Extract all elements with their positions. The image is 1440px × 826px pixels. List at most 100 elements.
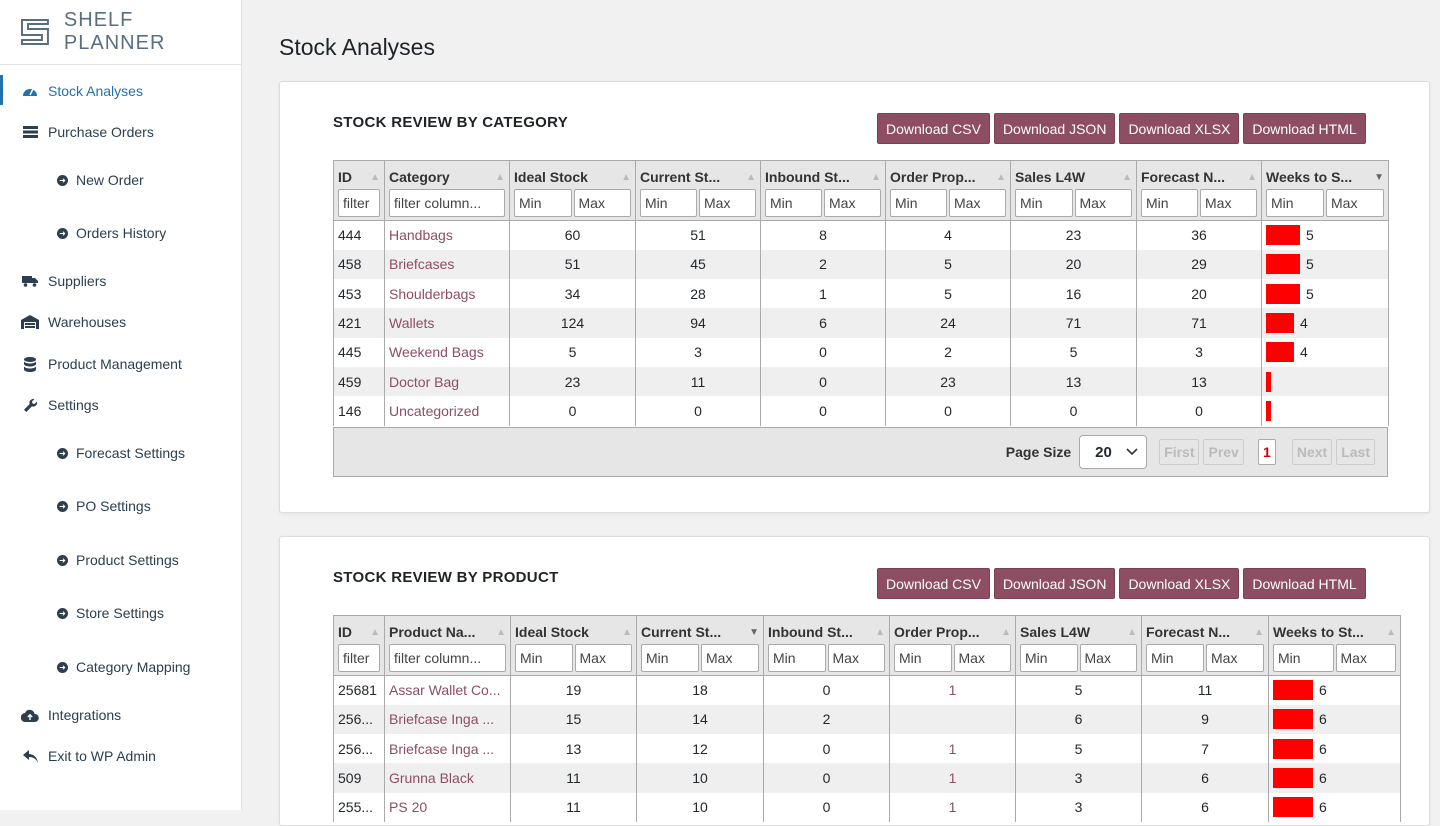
min-filter-input[interactable] xyxy=(1146,644,1204,672)
sidebar-item-suppliers[interactable]: Suppliers xyxy=(0,272,240,290)
cell-name[interactable]: Doctor Bag xyxy=(384,366,510,397)
column-header-weeks-to-st[interactable]: Weeks to St... ▲ xyxy=(1268,615,1401,676)
next-page-button[interactable]: Next xyxy=(1291,439,1333,465)
min-filter-input[interactable] xyxy=(1020,644,1078,672)
sort-asc-icon[interactable]: ▲ xyxy=(746,172,756,183)
logo[interactable]: SHELF PLANNER xyxy=(0,0,241,65)
id-filter-input[interactable] xyxy=(338,189,380,217)
column-header-product-na[interactable]: Product Na... ▲ xyxy=(384,615,511,676)
download-xlsx-button[interactable]: Download XLSX xyxy=(1119,568,1240,599)
sidebar-item-category-mapping[interactable]: ➜ Category Mapping xyxy=(0,658,240,676)
download-html-button[interactable]: Download HTML xyxy=(1243,113,1366,144)
column-filter-input[interactable] xyxy=(389,189,505,217)
column-header-sales-l4w[interactable]: Sales L4W ▲ xyxy=(1010,160,1137,221)
min-filter-input[interactable] xyxy=(894,644,952,672)
order-link[interactable]: 1 xyxy=(949,799,957,815)
column-header-forecast-n[interactable]: Forecast N... ▲ xyxy=(1141,615,1269,676)
min-filter-input[interactable] xyxy=(890,189,947,217)
sort-asc-icon[interactable]: ▲ xyxy=(1247,172,1257,183)
cell-name[interactable]: Briefcase Inga ... xyxy=(384,704,511,735)
min-filter-input[interactable] xyxy=(640,189,697,217)
column-header-current-st[interactable]: Current St... ▲ xyxy=(635,160,761,221)
cell-name[interactable]: Shoulderbags xyxy=(384,279,510,309)
max-filter-input[interactable] xyxy=(1200,189,1257,217)
sidebar-item-po-settings[interactable]: ➜ PO Settings xyxy=(0,497,240,515)
column-header-id[interactable]: ID ▲ xyxy=(333,615,385,676)
row-link[interactable]: Uncategorized xyxy=(389,403,479,419)
cell-name[interactable]: Uncategorized xyxy=(384,396,510,426)
row-link[interactable]: Grunna Black xyxy=(389,770,474,786)
sort-asc-icon[interactable]: ▲ xyxy=(622,627,632,638)
sort-asc-icon[interactable]: ▲ xyxy=(496,627,506,638)
download-json-button[interactable]: Download JSON xyxy=(993,113,1116,144)
table-row[interactable]: 255... PS 20 11 10 0 1 3 6 6 xyxy=(333,792,1401,822)
min-filter-input[interactable] xyxy=(1141,189,1198,217)
table-row[interactable]: 146 Uncategorized 0 0 0 0 0 0 xyxy=(333,396,1389,426)
cell-name[interactable]: Assar Wallet Co... xyxy=(384,674,511,705)
row-link[interactable]: Shoulderbags xyxy=(389,286,475,302)
sidebar-item-store-settings[interactable]: ➜ Store Settings xyxy=(0,604,240,622)
sidebar-item-product-management[interactable]: Product Management xyxy=(0,355,240,373)
current-page-button[interactable]: 1 xyxy=(1257,439,1276,465)
column-header-ideal-stock[interactable]: Ideal Stock ▲ xyxy=(509,160,636,221)
download-csv-button[interactable]: Download CSV xyxy=(877,568,990,599)
sidebar-item-product-settings[interactable]: ➜ Product Settings xyxy=(0,551,240,569)
cell-order[interactable]: 1 xyxy=(889,674,1016,705)
download-html-button[interactable]: Download HTML xyxy=(1243,568,1366,599)
table-row[interactable]: 459 Doctor Bag 23 11 0 23 13 13 xyxy=(333,366,1389,397)
table-row[interactable]: 256... Briefcase Inga ... 15 14 2 6 9 6 xyxy=(333,704,1401,735)
column-header-id[interactable]: ID ▲ xyxy=(333,160,385,221)
sort-desc-icon[interactable]: ▼ xyxy=(1374,172,1384,183)
order-link[interactable]: 1 xyxy=(949,741,957,757)
table-row[interactable]: 445 Weekend Bags 5 3 0 2 5 3 4 xyxy=(333,337,1389,367)
column-header-sales-l4w[interactable]: Sales L4W ▲ xyxy=(1015,615,1142,676)
row-link[interactable]: Assar Wallet Co... xyxy=(389,682,501,698)
row-link[interactable]: Doctor Bag xyxy=(389,374,459,390)
sort-asc-icon[interactable]: ▲ xyxy=(871,172,881,183)
cell-order[interactable] xyxy=(889,704,1016,735)
prev-page-button[interactable]: Prev xyxy=(1203,439,1244,465)
sort-asc-icon[interactable]: ▲ xyxy=(875,627,885,638)
column-header-order-prop[interactable]: Order Prop... ▲ xyxy=(885,160,1011,221)
min-filter-input[interactable] xyxy=(1266,189,1324,217)
min-filter-input[interactable] xyxy=(514,189,572,217)
cell-name[interactable]: Briefcase Inga ... xyxy=(384,734,511,764)
column-header-order-prop[interactable]: Order Prop... ▲ xyxy=(889,615,1016,676)
table-row[interactable]: 458 Briefcases 51 45 2 5 20 29 5 xyxy=(333,249,1389,280)
sort-asc-icon[interactable]: ▲ xyxy=(370,172,380,183)
cell-name[interactable]: Wallets xyxy=(384,308,510,338)
column-header-ideal-stock[interactable]: Ideal Stock ▲ xyxy=(510,615,637,676)
sidebar-item-exit-to-wp-admin[interactable]: Exit to WP Admin xyxy=(0,747,240,765)
min-filter-input[interactable] xyxy=(641,644,699,672)
table-row[interactable]: 421 Wallets 124 94 6 24 71 71 4 xyxy=(333,308,1389,338)
sort-asc-icon[interactable]: ▲ xyxy=(996,172,1006,183)
order-link[interactable]: 1 xyxy=(949,682,957,698)
sidebar-item-warehouses[interactable]: Warehouses xyxy=(0,313,240,331)
max-filter-input[interactable] xyxy=(824,189,881,217)
column-header-current-st[interactable]: Current St... ▼ xyxy=(636,615,764,676)
table-row[interactable]: 509 Grunna Black 11 10 0 1 3 6 6 xyxy=(333,763,1401,793)
sort-asc-icon[interactable]: ▲ xyxy=(1386,627,1396,638)
cell-name[interactable]: Briefcases xyxy=(384,249,510,280)
sidebar-item-forecast-settings[interactable]: ➜ Forecast Settings xyxy=(0,444,240,462)
row-link[interactable]: Wallets xyxy=(389,315,434,331)
row-link[interactable]: Briefcase Inga ... xyxy=(389,711,494,727)
sidebar-item-settings[interactable]: Settings xyxy=(0,396,240,414)
row-link[interactable]: PS 20 xyxy=(389,799,427,815)
table-row[interactable]: 25681 Assar Wallet Co... 19 18 0 1 5 11 6 xyxy=(333,674,1401,705)
download-json-button[interactable]: Download JSON xyxy=(993,568,1116,599)
sidebar-item-orders-history[interactable]: ➜ Orders History xyxy=(0,224,240,242)
max-filter-input[interactable] xyxy=(573,189,631,217)
sidebar-item-stock-analyses[interactable]: Stock Analyses xyxy=(0,75,240,105)
cell-name[interactable]: Handbags xyxy=(384,219,510,250)
min-filter-input[interactable] xyxy=(768,644,826,672)
table-row[interactable]: 444 Handbags 60 51 8 4 23 36 5 xyxy=(333,219,1389,250)
sort-asc-icon[interactable]: ▲ xyxy=(1254,627,1264,638)
cell-name[interactable]: PS 20 xyxy=(384,792,511,822)
cell-order[interactable]: 1 xyxy=(889,792,1016,822)
column-header-inbound-st[interactable]: Inbound St... ▲ xyxy=(763,615,890,676)
min-filter-input[interactable] xyxy=(1015,189,1073,217)
row-link[interactable]: Briefcases xyxy=(389,256,454,272)
column-header-weeks-to-s[interactable]: Weeks to S... ▼ xyxy=(1261,160,1389,221)
page-size-select[interactable]: 20 xyxy=(1079,435,1148,469)
